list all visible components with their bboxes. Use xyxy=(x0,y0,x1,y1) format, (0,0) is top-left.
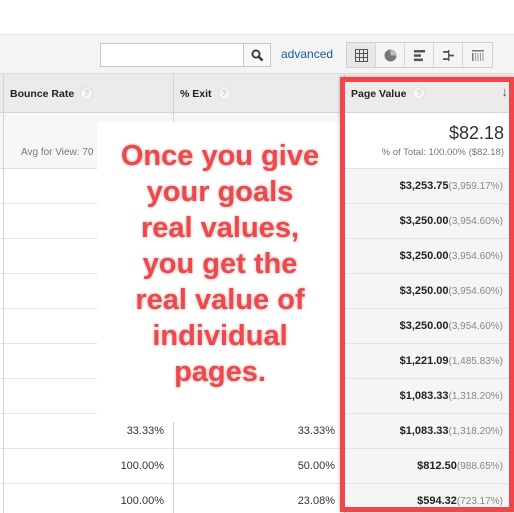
page-value-cell: $812.50(988.65%) xyxy=(417,460,503,472)
page-value-percent: (3,954.60%) xyxy=(448,216,503,227)
page-value-amount: $3,250.00 xyxy=(399,250,449,262)
advanced-filter-link[interactable]: advanced xyxy=(281,47,333,61)
page-value-cell: $3,250.00(3,954.60%) xyxy=(400,215,503,227)
page-value-cell: $3,250.00(3,954.60%) xyxy=(400,285,503,297)
column-divider xyxy=(3,73,4,513)
bounce-rate-avg: Avg for View: 70 xyxy=(21,147,94,158)
column-label: Page Value xyxy=(351,87,407,100)
page-value-cell: $1,083.33(1,318.20%) xyxy=(400,425,503,437)
help-icon[interactable]: ? xyxy=(217,87,231,100)
bounce-rate-cell: 100.00% xyxy=(120,495,164,507)
column-divider xyxy=(344,73,345,513)
page-value-amount: $3,250.00 xyxy=(399,320,449,332)
page-value-total-percent: % of Total: 100.00% ($82.18) xyxy=(381,147,504,158)
page-value-total: $82.18 xyxy=(448,123,504,143)
view-toggle-group xyxy=(346,42,493,68)
page-value-percent: (3,954.60%) xyxy=(448,251,503,262)
column-header-page-value[interactable]: Page Value ? xyxy=(351,74,426,113)
table-view-button[interactable] xyxy=(347,43,376,67)
page-value-amount: $1,083.33 xyxy=(399,390,449,402)
page-value-cell: $3,250.00(3,954.60%) xyxy=(400,320,503,332)
page-value-amount: $3,253.75 xyxy=(399,180,449,192)
exit-cell: 33.33% xyxy=(297,425,335,437)
table-row[interactable]: 100.00% 23.08% $594.32(723.17%) xyxy=(0,484,514,513)
annotation-line: pages. xyxy=(174,356,266,388)
table-grid-icon xyxy=(354,48,368,62)
performance-view-button[interactable] xyxy=(405,43,434,67)
annotation-line: your goals xyxy=(146,176,294,208)
search-button[interactable] xyxy=(243,43,271,67)
page-value-percent: (723.17%) xyxy=(456,496,503,507)
bounce-rate-cell: 100.00% xyxy=(120,460,164,472)
page-value-cell: $594.32(723.17%) xyxy=(417,495,503,507)
annotation-line: Once you give xyxy=(120,140,320,172)
top-bar xyxy=(0,0,514,35)
help-icon[interactable]: ? xyxy=(80,87,94,100)
annotation-line: you get the xyxy=(142,248,298,280)
exit-cell: 50.00% xyxy=(297,460,335,472)
help-icon[interactable]: ? xyxy=(412,87,426,100)
page-value-amount: $3,250.00 xyxy=(399,215,449,227)
page-value-amount: $1,221.09 xyxy=(399,355,449,367)
page-value-percent: (1,318.20%) xyxy=(448,391,503,402)
table-toolbar: advanced xyxy=(0,35,514,73)
column-label: Bounce Rate xyxy=(10,87,75,100)
page-value-percent: (988.65%) xyxy=(456,461,503,472)
pie-chart-icon xyxy=(384,49,396,61)
page-value-percent: (1,318.20%) xyxy=(448,426,503,437)
page-value-cell: $3,253.75(3,959.17%) xyxy=(400,180,503,192)
pie-view-button[interactable] xyxy=(376,43,405,67)
annotation-line: real values, xyxy=(141,212,299,244)
annotation-text: Once you give your goals real values, you g… xyxy=(97,138,343,390)
term-cloud-view-button[interactable] xyxy=(463,43,492,67)
exit-cell: 23.08% xyxy=(297,495,335,507)
term-cloud-icon xyxy=(471,49,484,61)
page-value-percent: (3,954.60%) xyxy=(448,286,503,297)
search-icon xyxy=(251,49,263,61)
page-value-cell: $1,221.09(1,485.83%) xyxy=(400,355,503,367)
table-header: Bounce Rate ? % Exit ? Page Value ? ↓ xyxy=(0,73,514,113)
table-row[interactable]: 100.00% 50.00% $812.50(988.65%) xyxy=(0,449,514,484)
page-value-percent: (3,959.17%) xyxy=(448,181,503,192)
page-value-percent: (1,485.83%) xyxy=(448,356,503,367)
column-header-exit[interactable]: % Exit ? xyxy=(180,74,231,113)
bar-performance-icon xyxy=(413,49,425,61)
table-search-input[interactable] xyxy=(100,43,244,67)
page-value-percent: (3,954.60%) xyxy=(448,321,503,332)
page-value-amount: $812.50 xyxy=(417,460,457,472)
annotation-line: real value of xyxy=(135,284,305,316)
page-value-cell: $3,250.00(3,954.60%) xyxy=(400,250,503,262)
annotation-line: individual xyxy=(152,320,288,352)
page-value-amount: $594.32 xyxy=(417,495,457,507)
page-value-amount: $1,083.33 xyxy=(399,425,449,437)
page-value-amount: $3,250.00 xyxy=(399,285,449,297)
comparison-view-button[interactable] xyxy=(434,43,463,67)
comparison-icon xyxy=(442,49,454,61)
analytics-report: advanced Bounce Rate ? % Exit ? Page Val… xyxy=(0,0,514,513)
column-label: % Exit xyxy=(180,87,212,100)
bounce-rate-cell: 33.33% xyxy=(126,425,164,437)
column-header-bounce-rate[interactable]: Bounce Rate ? xyxy=(10,74,94,113)
page-value-cell: $1,083.33(1,318.20%) xyxy=(400,390,503,402)
sort-descending-icon[interactable]: ↓ xyxy=(502,84,509,99)
